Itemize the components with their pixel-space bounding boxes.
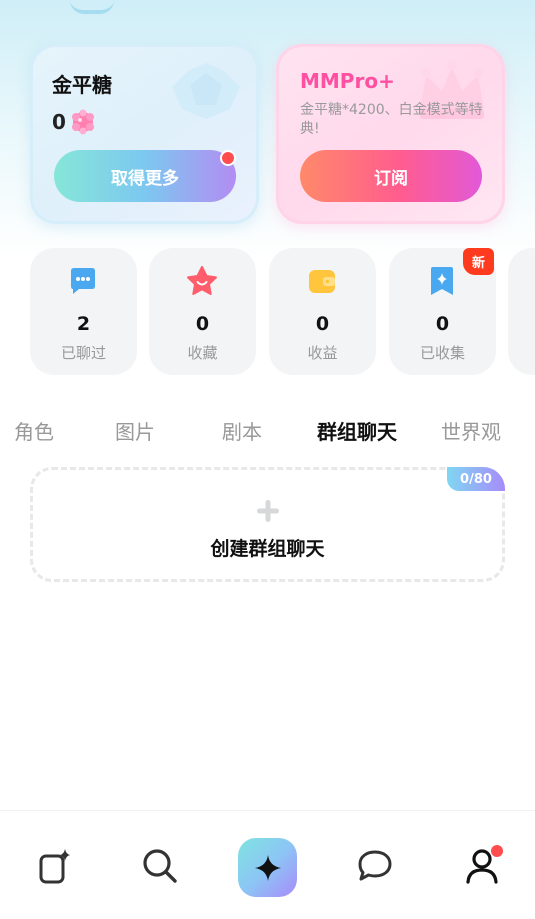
stat-chatted[interactable]: 2 已聊过 <box>30 248 137 375</box>
create-character-button[interactable] <box>238 838 297 897</box>
stat-favorites[interactable]: 0 收藏 <box>149 248 256 375</box>
subscribe-label: 订阅 <box>374 168 408 189</box>
stat-label: 已聊过 <box>60 344 106 362</box>
stat-value: 0 <box>315 313 330 335</box>
stat-label: 收藏 <box>187 344 218 362</box>
pro-title: MMPro+ <box>300 69 395 93</box>
gold-candy-card[interactable]: 金平糖 0 取得更多 <box>30 44 259 224</box>
wallet-icon <box>309 270 335 293</box>
create-group-chat-button[interactable]: 0/80 创建群组聊天 <box>30 467 505 582</box>
gold-candy-title: 金平糖 <box>52 73 112 97</box>
message-icon[interactable] <box>354 845 396 887</box>
new-badge: 新 <box>463 248 494 275</box>
subscribe-button[interactable]: 订阅 <box>300 150 482 202</box>
gold-candy-balance: 0 <box>52 109 96 135</box>
tab-characters[interactable]: 角色 <box>14 416 54 445</box>
stat-label: 收益 <box>307 344 338 362</box>
tab-worldview[interactable]: 世界观 <box>441 416 501 445</box>
search-icon[interactable] <box>139 845 181 887</box>
stat-partial-next[interactable] <box>508 248 535 375</box>
stat-earnings[interactable]: 0 收益 <box>269 248 376 375</box>
star-icon <box>187 266 217 295</box>
stat-value: 0 <box>435 313 450 335</box>
notification-dot <box>220 150 236 166</box>
profile-notification-dot <box>491 845 503 857</box>
balance-value: 0 <box>52 110 66 134</box>
tab-scripts[interactable]: 剧本 <box>222 416 262 445</box>
stat-label: 已收集 <box>419 344 465 362</box>
get-more-button[interactable]: 取得更多 <box>54 150 236 202</box>
create-card-icon[interactable] <box>34 845 76 887</box>
pro-description: 金平糖*4200、白金模式等特典! <box>300 102 483 137</box>
plus-icon <box>257 500 279 522</box>
tab-group-chat[interactable]: 群组聊天 <box>317 416 397 445</box>
crystal-decoration-icon <box>172 63 240 119</box>
create-group-label: 创建群组聊天 <box>210 538 325 560</box>
bottom-navigation <box>0 810 535 919</box>
get-more-label: 取得更多 <box>111 168 179 189</box>
pro-subscription-card[interactable]: MMPro+ 金平糖*4200、白金模式等特典! 订阅 <box>276 44 505 224</box>
group-count-badge: 0/80 <box>447 467 505 491</box>
chat-bubble-icon <box>71 268 95 294</box>
stat-value: 2 <box>76 313 91 335</box>
tab-images[interactable]: 图片 <box>115 416 155 445</box>
candy-icon <box>71 109 94 135</box>
bookmark-sparkle-icon <box>431 267 453 295</box>
sparkle-icon <box>254 854 281 881</box>
stat-value: 0 <box>195 313 210 335</box>
